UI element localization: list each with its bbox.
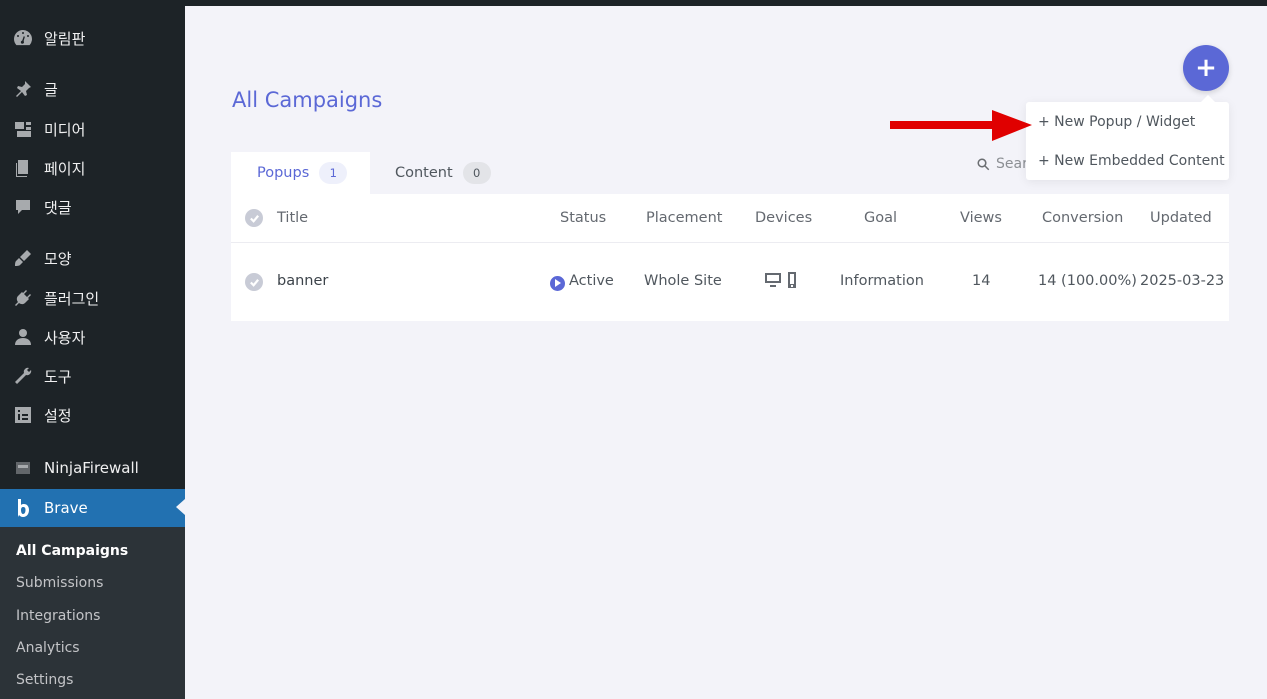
campaigns-table: Title Status Placement Devices Goal View… [231,194,1229,321]
comments-icon [11,195,35,219]
campaign-title-link[interactable]: banner [277,273,328,289]
sidebar-item-label: 모양 [44,249,72,268]
brave-submenu: All Campaigns Submissions Integrations A… [0,527,185,699]
red-arrow-annotation [890,110,1032,141]
sidebar-item-appearance[interactable]: 모양 [0,240,185,276]
dashboard-icon [11,26,35,50]
submenu-settings[interactable]: Settings [16,672,73,688]
add-campaign-button[interactable]: + [1183,45,1229,91]
conversion-cell: 14 (100.00%) [1038,273,1137,289]
pin-icon [11,77,35,101]
sidebar-item-label: 알림판 [44,29,86,48]
column-header-views[interactable]: Views [960,210,1002,226]
tab-popups[interactable]: Popups 1 [231,152,370,194]
sidebar-item-tools[interactable]: 도구 [0,358,185,394]
sidebar-item-settings[interactable]: 설정 [0,397,185,433]
sidebar-item-dashboard[interactable]: 알림판 [0,20,185,56]
row-checkbox[interactable] [245,273,263,291]
sidebar-item-media[interactable]: 미디어 [0,111,185,147]
sidebar-item-pages[interactable]: 페이지 [0,150,185,186]
placement-cell: Whole Site [644,273,722,289]
sidebar-item-label: NinjaFirewall [44,459,139,477]
sidebar-item-comments[interactable]: 댓글 [0,189,185,225]
sidebar-item-label: 사용자 [44,328,86,347]
check-icon [249,214,259,223]
plugins-icon [11,286,35,310]
sidebar-item-posts[interactable]: 글 [0,71,185,107]
submenu-analytics[interactable]: Analytics [16,640,80,656]
mobile-icon [787,272,796,288]
sidebar-item-label: 페이지 [44,159,86,178]
column-header-updated[interactable]: Updated [1150,210,1212,226]
updated-cell: 2025-03-23 [1140,273,1225,289]
submenu-submissions[interactable]: Submissions [16,575,103,591]
sidebar-item-label: 미디어 [44,120,86,139]
column-header-status[interactable]: Status [560,210,606,226]
table-header: Title Status Placement Devices Goal View… [231,194,1229,243]
play-icon [550,275,565,291]
goal-cell: Information [840,273,924,289]
appearance-icon [11,246,35,270]
column-header-title[interactable]: Title [277,210,308,226]
ninja-icon [11,456,35,480]
plus-icon: + [1195,53,1217,83]
count-badge: 1 [319,162,348,184]
tab-label: Content [395,165,453,181]
sidebar-item-plugins[interactable]: 플러그인 [0,280,185,316]
submenu-all-campaigns[interactable]: All Campaigns [16,543,128,559]
sidebar-item-label: 설정 [44,406,72,425]
sidebar-item-brave[interactable]: Brave [0,489,185,527]
devices-cell [764,272,797,292]
media-icon [11,117,35,141]
count-badge: 0 [462,162,491,184]
column-header-devices[interactable]: Devices [755,210,812,226]
column-header-goal[interactable]: Goal [864,210,897,226]
sidebar-item-label: 플러그인 [44,289,100,308]
sidebar-item-label: 댓글 [44,198,72,217]
new-popup-widget-option[interactable]: + New Popup / Widget [1038,114,1195,130]
new-embedded-content-option[interactable]: + New Embedded Content [1038,153,1225,169]
sidebar-item-label: 글 [44,80,58,99]
admin-bar [0,0,1267,6]
views-cell: 14 [972,273,991,289]
sidebar-item-ninjafirewall[interactable]: NinjaFirewall [0,450,185,486]
column-header-placement[interactable]: Placement [646,210,722,226]
select-all-checkbox[interactable] [245,209,263,227]
brave-icon [11,496,35,520]
search-input[interactable]: Searc [976,154,1031,174]
search-icon [977,157,990,170]
sidebar-item-label: Brave [44,499,88,517]
users-icon [11,325,35,349]
settings-icon [11,403,35,427]
tab-label: Popups [257,165,310,181]
sidebar-item-users[interactable]: 사용자 [0,319,185,355]
new-campaign-dropdown: + New Popup / Widget + New Embedded Cont… [1026,95,1229,180]
wrench-icon [11,364,35,388]
page-title: All Campaigns [232,88,383,112]
tab-content[interactable]: Content 0 [370,152,510,194]
pages-icon [11,156,35,180]
admin-sidebar: 알림판 글 미디어 페이지 댓글 모양 플러그인 사용자 도구 설정 Ninja… [0,0,185,699]
check-icon [249,278,259,287]
desktop-icon [765,273,781,287]
column-header-conversion[interactable]: Conversion [1042,210,1123,226]
submenu-integrations[interactable]: Integrations [16,608,100,624]
sidebar-item-label: 도구 [44,367,72,386]
status-cell[interactable]: Active [550,273,614,291]
status-label: Active [569,273,614,289]
table-row[interactable]: banner Active Whole Site Information 14 … [231,243,1229,321]
